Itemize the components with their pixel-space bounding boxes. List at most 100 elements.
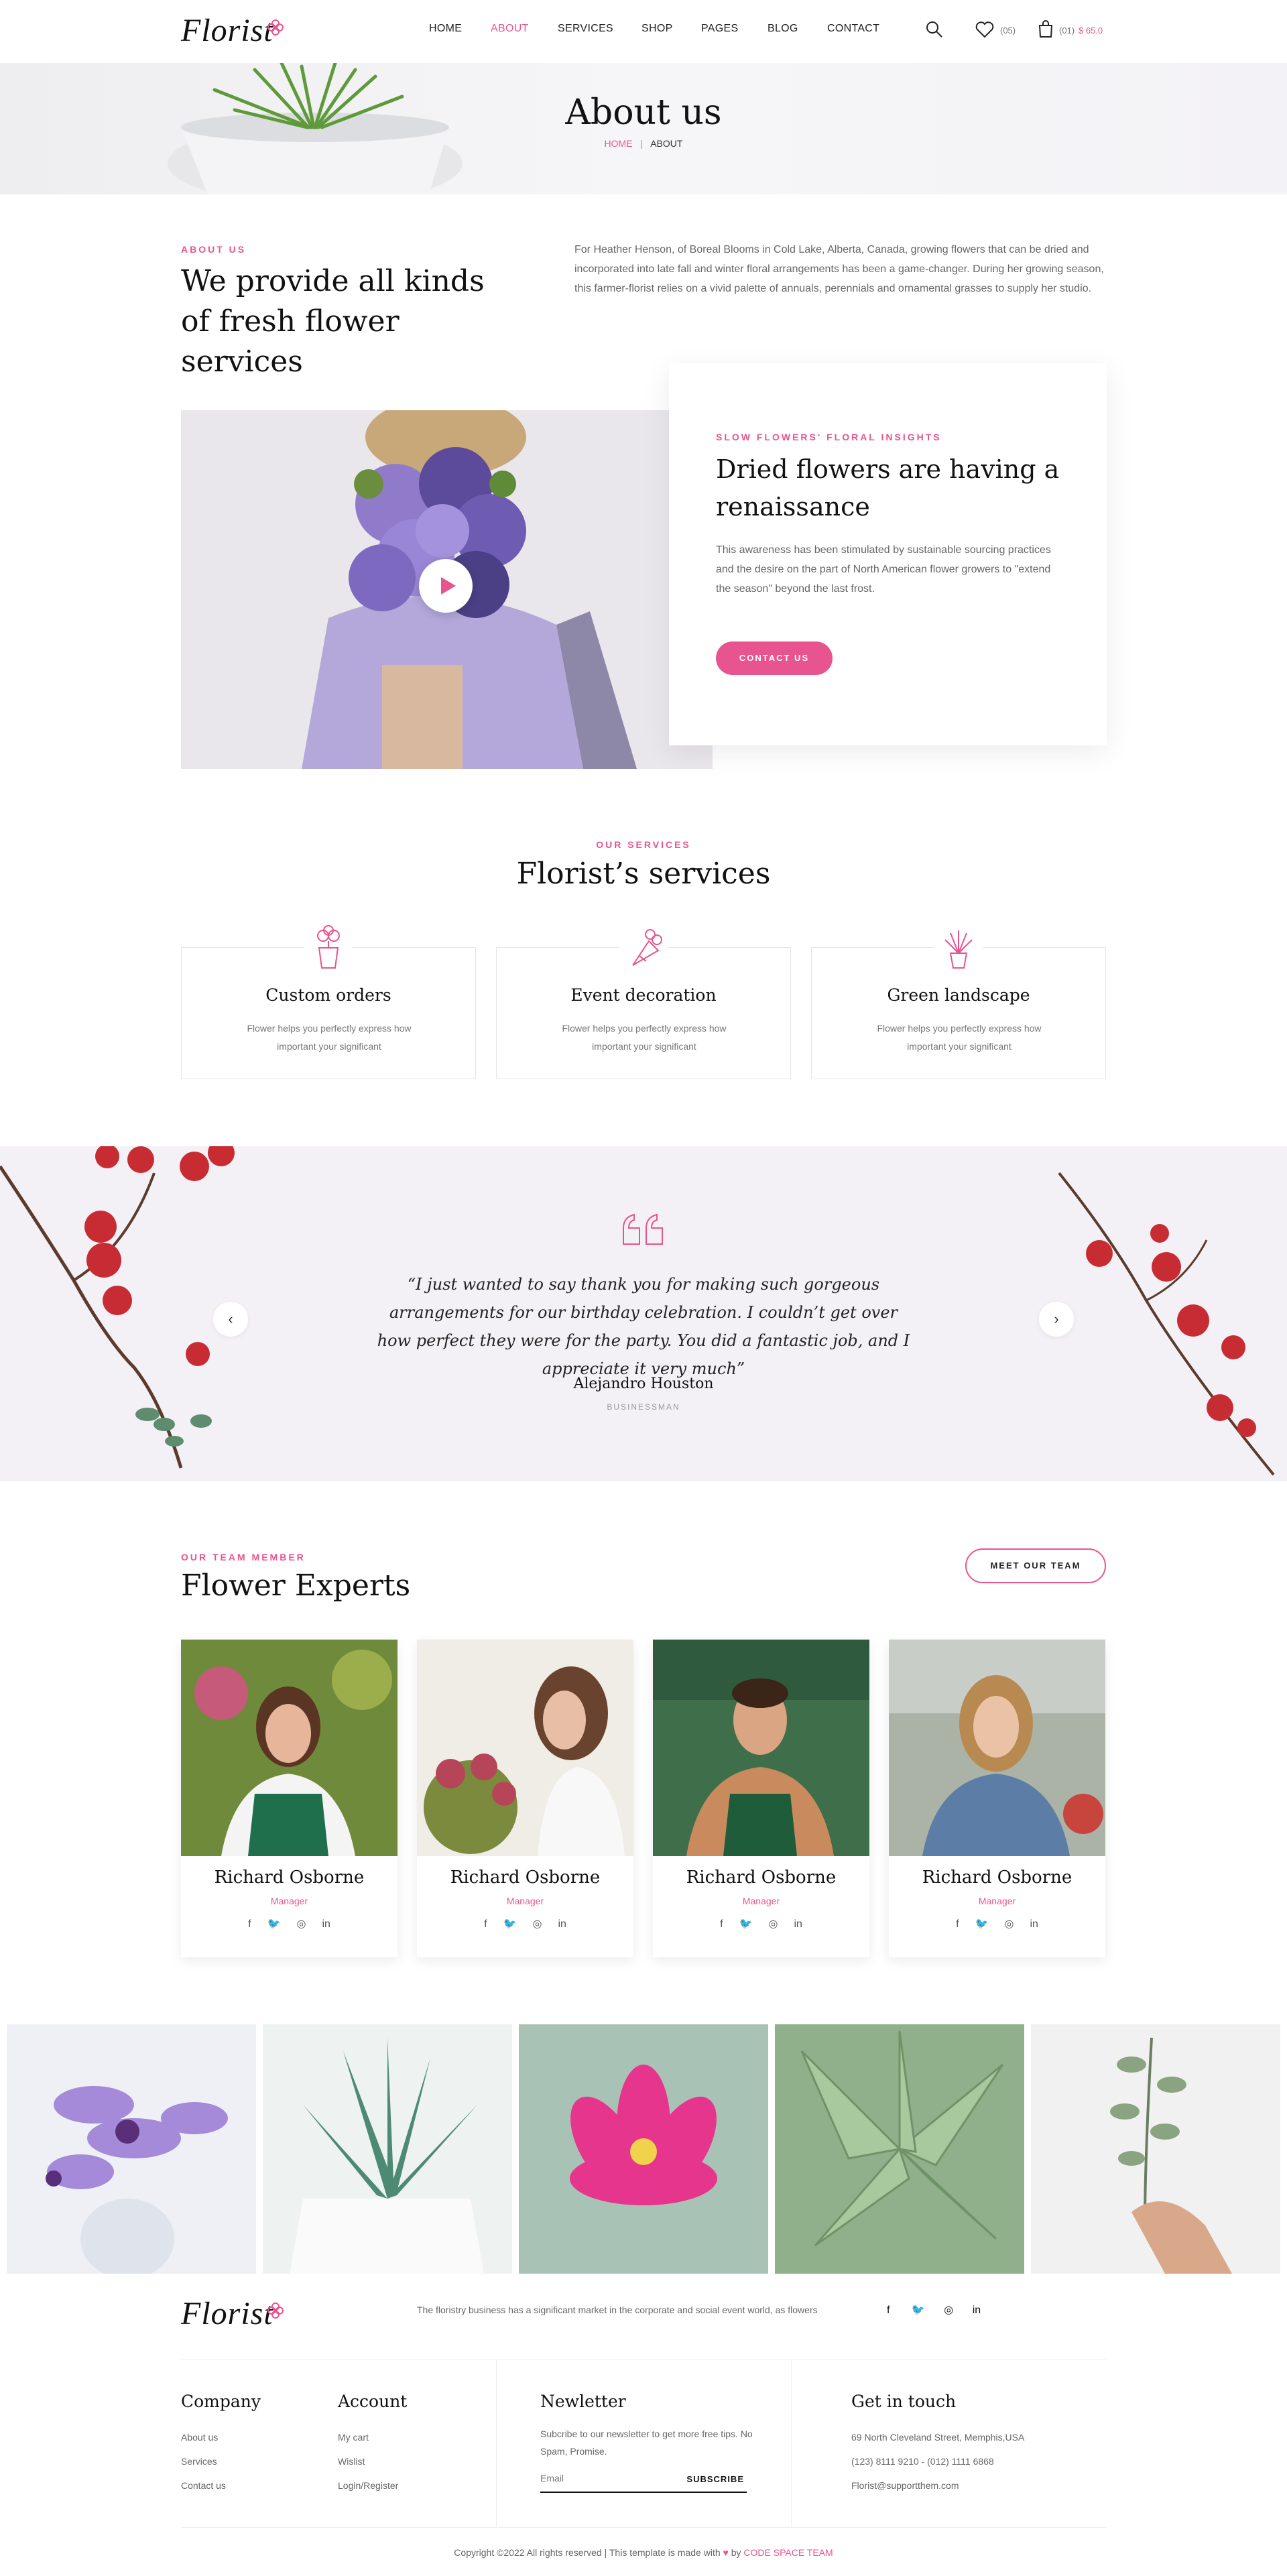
footer-logo[interactable]: Florist xyxy=(181,2295,284,2332)
page-title: About us xyxy=(565,93,722,133)
testimonial-role: BUSINESSMAN xyxy=(607,1402,680,1412)
footer-link[interactable]: Services xyxy=(181,2456,217,2467)
newsletter-form: SUBSCRIBE xyxy=(540,2469,747,2493)
breadcrumb: HOME | ABOUT xyxy=(576,138,711,149)
facebook-icon[interactable]: f xyxy=(956,1918,959,1930)
chevron-right-icon[interactable]: › xyxy=(1039,1302,1074,1337)
copyright-by: by xyxy=(731,2547,741,2558)
instagram-icon[interactable]: ◎ xyxy=(532,1917,542,1930)
footer-column-divider xyxy=(791,2359,792,2527)
breadcrumb-separator: | xyxy=(640,138,644,149)
quote-icon xyxy=(619,1211,668,1251)
copyright-team-link[interactable]: CODE SPACE TEAM xyxy=(743,2547,833,2558)
gallery-image-orchid[interactable] xyxy=(7,2024,256,2274)
heart-icon[interactable] xyxy=(975,21,994,42)
twitter-icon[interactable]: 🐦 xyxy=(267,1917,281,1930)
team-member-role: Manager xyxy=(506,1896,544,1906)
footer-email[interactable]: Florist@supportthem.com xyxy=(851,2480,959,2491)
nav-home[interactable]: HOME xyxy=(429,23,462,35)
team-member-name: Richard Osborne xyxy=(686,1867,837,1888)
twitter-icon[interactable]: 🐦 xyxy=(503,1917,517,1930)
footer-account-title: Account xyxy=(338,2392,408,2411)
footer-phone: (123) 8111 9210 - (012) 1111 6868 xyxy=(851,2456,994,2467)
chevron-left-icon[interactable]: ‹ xyxy=(213,1302,248,1337)
nav-contact[interactable]: CONTACT xyxy=(827,23,879,35)
team-member-photo xyxy=(417,1640,633,1856)
contact-us-button[interactable]: CONTACT US xyxy=(716,641,833,675)
footer-link[interactable]: My cart xyxy=(338,2432,369,2443)
team-member-photo xyxy=(653,1640,869,1856)
linkedin-icon[interactable]: in xyxy=(794,1918,802,1930)
instagram-icon[interactable]: ◎ xyxy=(296,1917,306,1930)
cart-total: $ 65.0 xyxy=(1079,25,1103,36)
service-text: Flower helps you perfectly express how i… xyxy=(562,1023,727,1052)
team-member-card[interactable]: Richard Osborne Manager f 🐦 ◎ in xyxy=(653,1640,869,1957)
services-eyebrow: OUR SERVICES xyxy=(596,839,691,850)
flower-logo-icon xyxy=(267,19,284,36)
linkedin-icon[interactable]: in xyxy=(558,1918,566,1930)
facebook-icon[interactable]: f xyxy=(887,2305,890,2316)
footer-link[interactable]: Contact us xyxy=(181,2480,226,2491)
instagram-icon[interactable]: ◎ xyxy=(1004,1917,1014,1930)
twitter-icon[interactable]: 🐦 xyxy=(975,1917,989,1930)
facebook-icon[interactable]: f xyxy=(720,1918,723,1930)
team-member-name: Richard Osborne xyxy=(214,1867,365,1888)
footer-link[interactable]: About us xyxy=(181,2432,218,2443)
nav-pages[interactable]: PAGES xyxy=(701,23,738,35)
gallery-image-eucalyptus[interactable] xyxy=(1031,2024,1280,2274)
subscribe-button[interactable]: SUBSCRIBE xyxy=(686,2474,744,2484)
instagram-icon[interactable]: ◎ xyxy=(944,2305,953,2316)
nav-shop[interactable]: SHOP xyxy=(641,23,673,35)
footer-link[interactable]: Login/Register xyxy=(338,2480,398,2491)
about-heading: We provide all kinds of fresh flower ser… xyxy=(181,264,485,379)
nav-services[interactable]: SERVICES xyxy=(558,23,613,35)
flower-logo-icon xyxy=(267,2302,284,2319)
logo[interactable]: Florist xyxy=(181,12,284,49)
search-icon[interactable] xyxy=(925,20,944,42)
meet-our-team-button[interactable]: MEET OUR TEAM xyxy=(965,1548,1106,1583)
team-member-name: Richard Osborne xyxy=(450,1867,601,1888)
email-field[interactable] xyxy=(540,2473,674,2483)
wishlist-count: (05) xyxy=(1000,25,1016,36)
service-title: Custom orders xyxy=(265,985,391,1005)
footer-address: 69 North Cleveland Street, Memphis,USA xyxy=(851,2432,1025,2443)
gallery-image-lotus[interactable] xyxy=(519,2024,768,2274)
gallery-image-succulent[interactable] xyxy=(775,2024,1024,2274)
twitter-icon[interactable]: 🐦 xyxy=(912,2305,925,2316)
video-thumbnail[interactable] xyxy=(181,410,713,769)
nav-blog[interactable]: BLOG xyxy=(768,23,798,35)
facebook-icon[interactable]: f xyxy=(248,1918,251,1930)
team-member-card[interactable]: Richard Osborne Manager f 🐦 ◎ in xyxy=(889,1640,1105,1957)
logo-text: Florist xyxy=(181,13,273,48)
copyright-text: Copyright ©2022 All rights reserved | Th… xyxy=(454,2547,721,2558)
facebook-icon[interactable]: f xyxy=(484,1918,487,1930)
insights-card: SLOW FLOWERS' FLORAL INSIGHTS Dried flow… xyxy=(669,363,1107,745)
breadcrumb-current: ABOUT xyxy=(650,138,683,149)
team-member-card[interactable]: Richard Osborne Manager f 🐦 ◎ in xyxy=(181,1640,397,1957)
footer-link[interactable]: Wislist xyxy=(338,2456,365,2467)
footer-newsletter-title: Newletter xyxy=(540,2392,626,2411)
flower-pot-icon xyxy=(304,924,353,972)
linkedin-icon[interactable]: in xyxy=(1030,1918,1038,1930)
footer-column-divider xyxy=(496,2359,497,2527)
footer-logo-text: Florist xyxy=(181,2296,273,2331)
linkedin-icon[interactable]: in xyxy=(322,1918,330,1930)
team-member-role: Manager xyxy=(270,1896,308,1906)
footer-contact-title: Get in touch xyxy=(851,2392,957,2411)
play-button-icon[interactable] xyxy=(419,559,473,613)
service-text: Flower helps you perfectly express how i… xyxy=(877,1023,1042,1052)
instagram-icon[interactable]: ◎ xyxy=(768,1917,778,1930)
about-eyebrow: ABOUT US xyxy=(181,244,247,255)
cart-icon[interactable] xyxy=(1038,19,1054,42)
linkedin-icon[interactable]: in xyxy=(973,2305,981,2316)
page-hero: About us HOME | ABOUT xyxy=(0,63,1287,194)
team-member-card[interactable]: Richard Osborne Manager f 🐦 ◎ in xyxy=(417,1640,633,1957)
team-title: Flower Experts xyxy=(181,1569,411,1603)
hero-plant-image xyxy=(134,63,496,194)
services-title: Florist’s services xyxy=(516,857,771,891)
footer-bottom-divider xyxy=(181,2527,1106,2528)
twitter-icon[interactable]: 🐦 xyxy=(739,1917,753,1930)
breadcrumb-home[interactable]: HOME xyxy=(605,138,633,149)
gallery-image-aloe[interactable] xyxy=(263,2024,512,2274)
nav-about[interactable]: ABOUT xyxy=(491,23,529,35)
